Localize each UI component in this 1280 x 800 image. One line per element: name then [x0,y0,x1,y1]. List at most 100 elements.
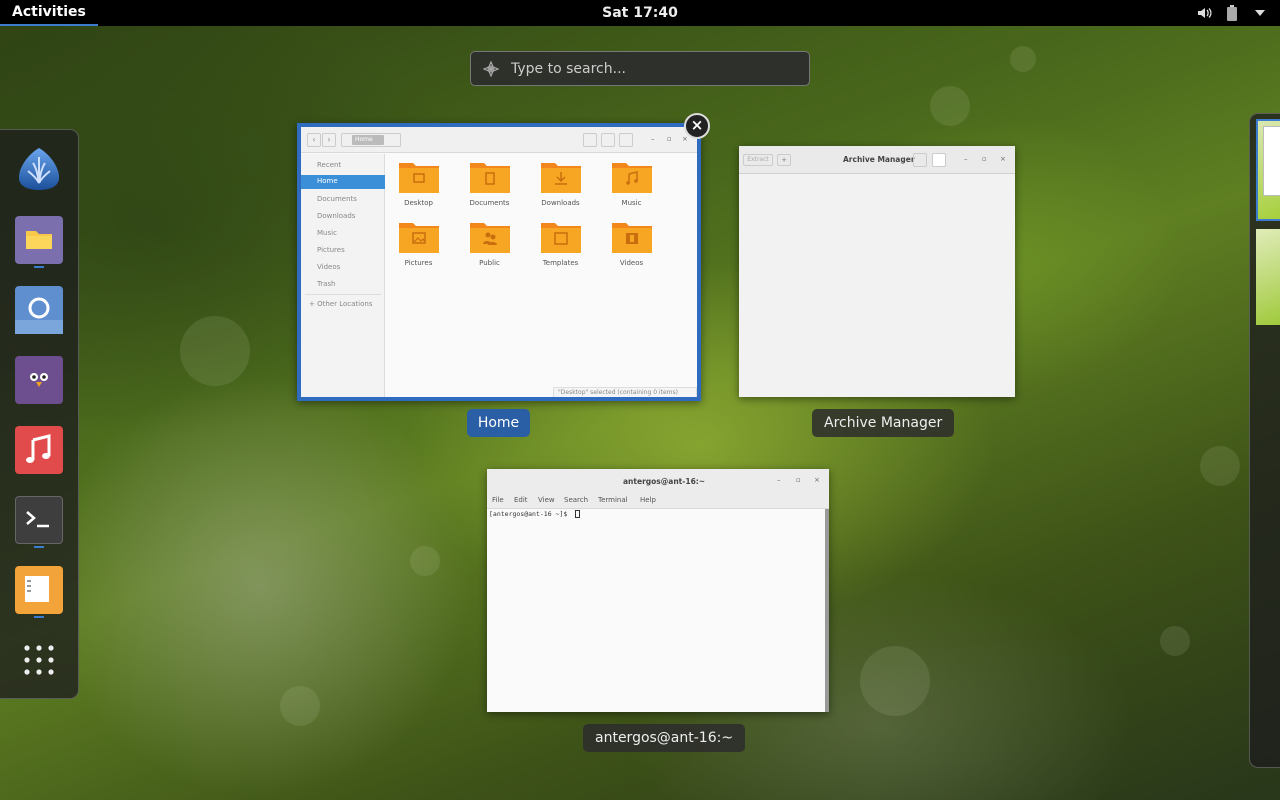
folder-item[interactable]: Videos [604,221,659,276]
home-path-button[interactable]: Home [352,135,384,145]
folder-label: Public [479,259,500,267]
folder-item[interactable]: Music [604,161,659,216]
view-toggle-button[interactable] [601,133,615,147]
files-sidebar: Recent Home Documents Downloads Music Pi… [301,154,385,397]
files-status-bar: "Desktop" selected (containing 0 items) [553,387,697,397]
clock-label[interactable]: Sat 17:40 [602,5,678,21]
close-icon[interactable]: × [682,135,688,143]
folder-grid: Desktop Documents Downloads Music Pictur… [391,161,691,301]
add-button[interactable]: + [777,154,791,166]
folder-templates-icon [541,223,581,253]
folder-item[interactable]: Templates [533,221,588,276]
menu-search[interactable]: Search [564,496,588,504]
folder-downloads-icon [541,163,581,193]
antergos-launcher[interactable] [15,145,63,193]
pidgin-launcher[interactable] [15,356,63,404]
search-crosshair-icon [482,59,500,78]
menu-edit[interactable]: Edit [514,496,528,504]
folder-item[interactable]: Downloads [533,161,588,216]
archive-manager-caption[interactable]: Archive Manager [812,409,955,437]
folder-label: Desktop [404,199,433,207]
workspace-switcher [1249,113,1280,768]
top-bar: Activities Sat 17:40 [0,0,1280,26]
music-launcher[interactable] [15,426,63,474]
search-input[interactable]: Type to search... [470,51,810,86]
folder-label: Pictures [404,259,433,267]
terminal-window-thumbnail[interactable]: antergos@ant-16:~ – ▫ × File Edit View S… [487,469,829,712]
menu-help[interactable]: Help [640,496,656,504]
sidebar-divider [305,294,381,295]
menu-button[interactable] [619,133,633,147]
folder-item[interactable]: Documents [462,161,517,216]
search-button[interactable] [583,133,597,147]
sidebar-item-home[interactable]: Home [301,175,385,189]
folder-label: Videos [619,259,644,267]
sidebar-item-other-locations[interactable]: + Other Locations [309,300,372,308]
folder-item[interactable]: Public [462,221,517,276]
archive-running-indicator [34,616,44,618]
sidebar-item-videos[interactable]: Videos [317,263,340,271]
terminal-window-caption[interactable]: antergos@ant-16:~ [583,724,746,752]
terminal-running-indicator [34,546,44,548]
sidebar-item-trash[interactable]: Trash [317,280,336,288]
folder-videos-icon [612,223,652,253]
workspace-thumbnail-1[interactable] [1256,119,1280,221]
chromium-icon [15,297,63,334]
sidebar-item-documents[interactable]: Documents [317,195,357,203]
files-running-indicator [34,266,44,268]
show-applications-button[interactable] [15,636,63,684]
files-launcher[interactable] [15,216,63,264]
terminal-content[interactable]: [antergos@ant-16 ~]$ [487,509,825,712]
minimize-icon[interactable]: – [777,476,781,484]
antergos-logo-icon [18,148,60,190]
status-text: "Desktop" selected (containing 0 items) [558,389,678,396]
archive-search-button[interactable] [913,153,927,167]
archive-menu-button[interactable] [932,153,946,167]
folder-documents-icon [470,163,510,193]
sidebar-item-home-label: Home [317,177,338,185]
extract-button[interactable]: Extract [743,154,773,166]
minimize-icon[interactable]: – [651,135,655,143]
home-window-caption[interactable]: Home [467,409,530,437]
folder-item[interactable]: Desktop [391,161,446,216]
close-icon[interactable]: × [814,476,820,484]
terminal-titlebar: antergos@ant-16:~ – ▫ × [487,469,829,493]
folder-desktop-icon [399,163,439,193]
files-window-thumbnail[interactable]: ‹ › Home – ▫ × Recent Home Documents Dow… [297,123,701,401]
sidebar-item-pictures[interactable]: Pictures [317,246,345,254]
archive-launcher[interactable] [15,566,63,614]
folder-label: Templates [542,259,579,267]
forward-button[interactable]: › [322,133,336,147]
workspace-thumbnail-2[interactable] [1256,229,1280,325]
maximize-icon[interactable]: ▫ [667,135,672,143]
system-tray[interactable] [1196,0,1268,26]
chevron-down-icon[interactable] [1252,5,1268,21]
terminal-scrollbar[interactable] [825,509,829,712]
sidebar-item-recent[interactable]: Recent [317,161,341,169]
battery-icon[interactable] [1224,5,1240,21]
path-bar[interactable]: Home [341,133,401,147]
menu-file[interactable]: File [492,496,504,504]
minimize-icon[interactable]: – [964,155,968,163]
activities-button[interactable]: Activities [0,0,98,26]
close-icon[interactable]: × [1000,155,1006,163]
volume-icon[interactable] [1196,5,1212,21]
back-button[interactable]: ‹ [307,133,321,147]
folder-public-icon [470,223,510,253]
maximize-icon[interactable]: ▫ [982,155,987,163]
folder-item[interactable]: Pictures [391,221,446,276]
files-headerbar: ‹ › Home – ▫ × [301,127,697,153]
menu-view[interactable]: View [538,496,555,504]
close-window-button[interactable]: × [684,113,710,139]
sidebar-item-music[interactable]: Music [317,229,337,237]
sidebar-item-downloads[interactable]: Downloads [317,212,355,220]
dash [0,129,79,699]
chromium-launcher[interactable] [15,286,63,334]
terminal-cursor [575,510,580,518]
workspace-window-preview [1263,126,1280,196]
maximize-icon[interactable]: ▫ [796,476,801,484]
terminal-launcher[interactable] [15,496,63,544]
pidgin-icon [30,373,48,387]
archive-manager-window-thumbnail[interactable]: Extract + Archive Manager – ▫ × [739,146,1015,397]
menu-terminal[interactable]: Terminal [598,496,628,504]
